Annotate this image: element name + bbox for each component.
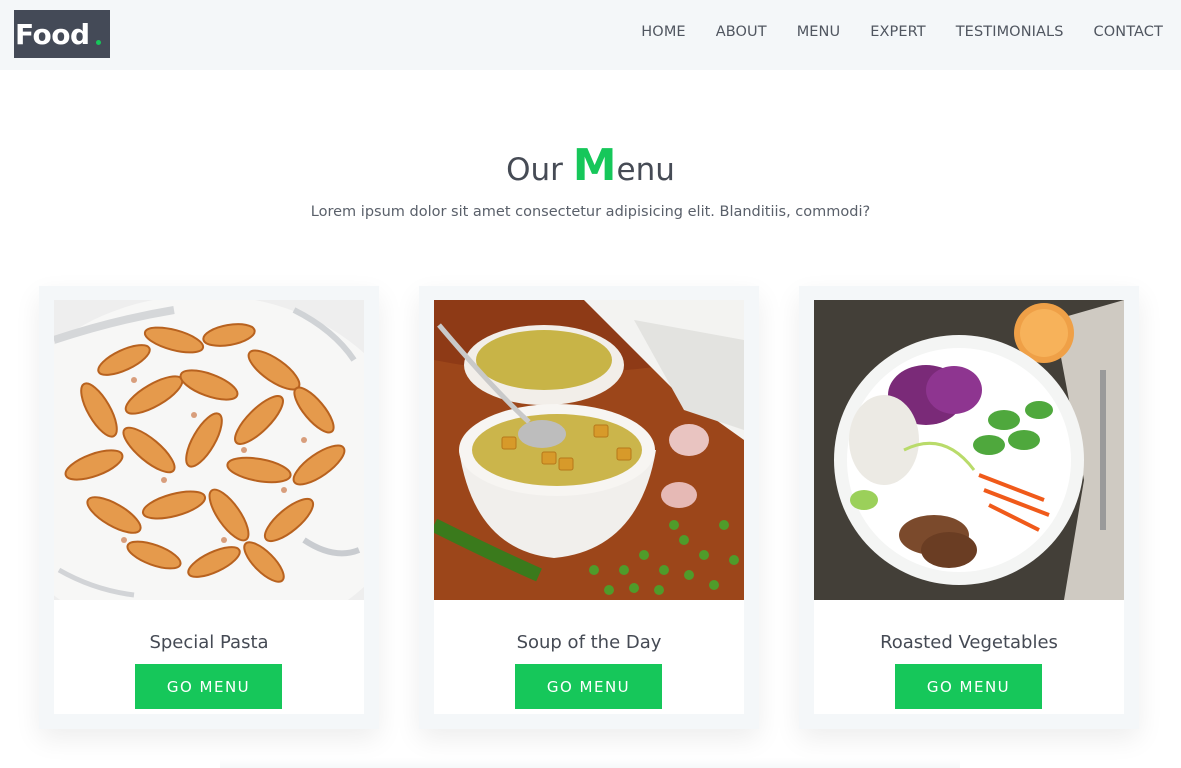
- section-title: Our Menu: [0, 140, 1181, 191]
- section-title-highlight: M: [572, 140, 617, 191]
- nav-about[interactable]: ABOUT: [716, 24, 767, 40]
- vegetables-image: [814, 300, 1124, 600]
- go-menu-button[interactable]: GO MENU: [515, 664, 662, 709]
- pasta-image: [54, 300, 364, 600]
- card-title: Soup of the Day: [516, 632, 662, 653]
- nav-home[interactable]: HOME: [641, 24, 685, 40]
- next-section-hint: [220, 758, 960, 768]
- section-title-end: enu: [616, 152, 675, 188]
- nav-testimonials[interactable]: TESTIMONIALS: [956, 24, 1064, 40]
- menu-card-vegetables: Roasted Vegetables GO MENU: [799, 286, 1139, 729]
- go-menu-button[interactable]: GO MENU: [895, 664, 1042, 709]
- logo[interactable]: Food: [14, 10, 110, 58]
- card-title: Special Pasta: [149, 632, 269, 653]
- soup-image: [434, 300, 744, 600]
- menu-card-pasta: Special Pasta GO MENU: [39, 286, 379, 729]
- main-nav: HOME ABOUT MENU EXPERT TESTIMONIALS CONT…: [641, 24, 1163, 40]
- nav-menu[interactable]: MENU: [797, 24, 841, 40]
- menu-card-inner: Special Pasta GO MENU: [54, 300, 364, 714]
- menu-card-inner: Roasted Vegetables GO MENU: [814, 300, 1124, 714]
- card-title: Roasted Vegetables: [880, 632, 1058, 653]
- logo-dot: [95, 39, 101, 45]
- section-title-start: Our: [506, 152, 573, 188]
- go-menu-button[interactable]: GO MENU: [135, 664, 282, 709]
- menu-card-inner: Soup of the Day GO MENU: [434, 300, 744, 714]
- nav-contact[interactable]: CONTACT: [1094, 24, 1163, 40]
- nav-expert[interactable]: EXPERT: [870, 24, 925, 40]
- logo-text: Food: [15, 17, 90, 51]
- section-subtitle: Lorem ipsum dolor sit amet consectetur a…: [310, 204, 871, 220]
- menu-card-soup: Soup of the Day GO MENU: [419, 286, 759, 729]
- site-header: Food HOME ABOUT MENU EXPERT TESTIMONIALS…: [0, 0, 1181, 70]
